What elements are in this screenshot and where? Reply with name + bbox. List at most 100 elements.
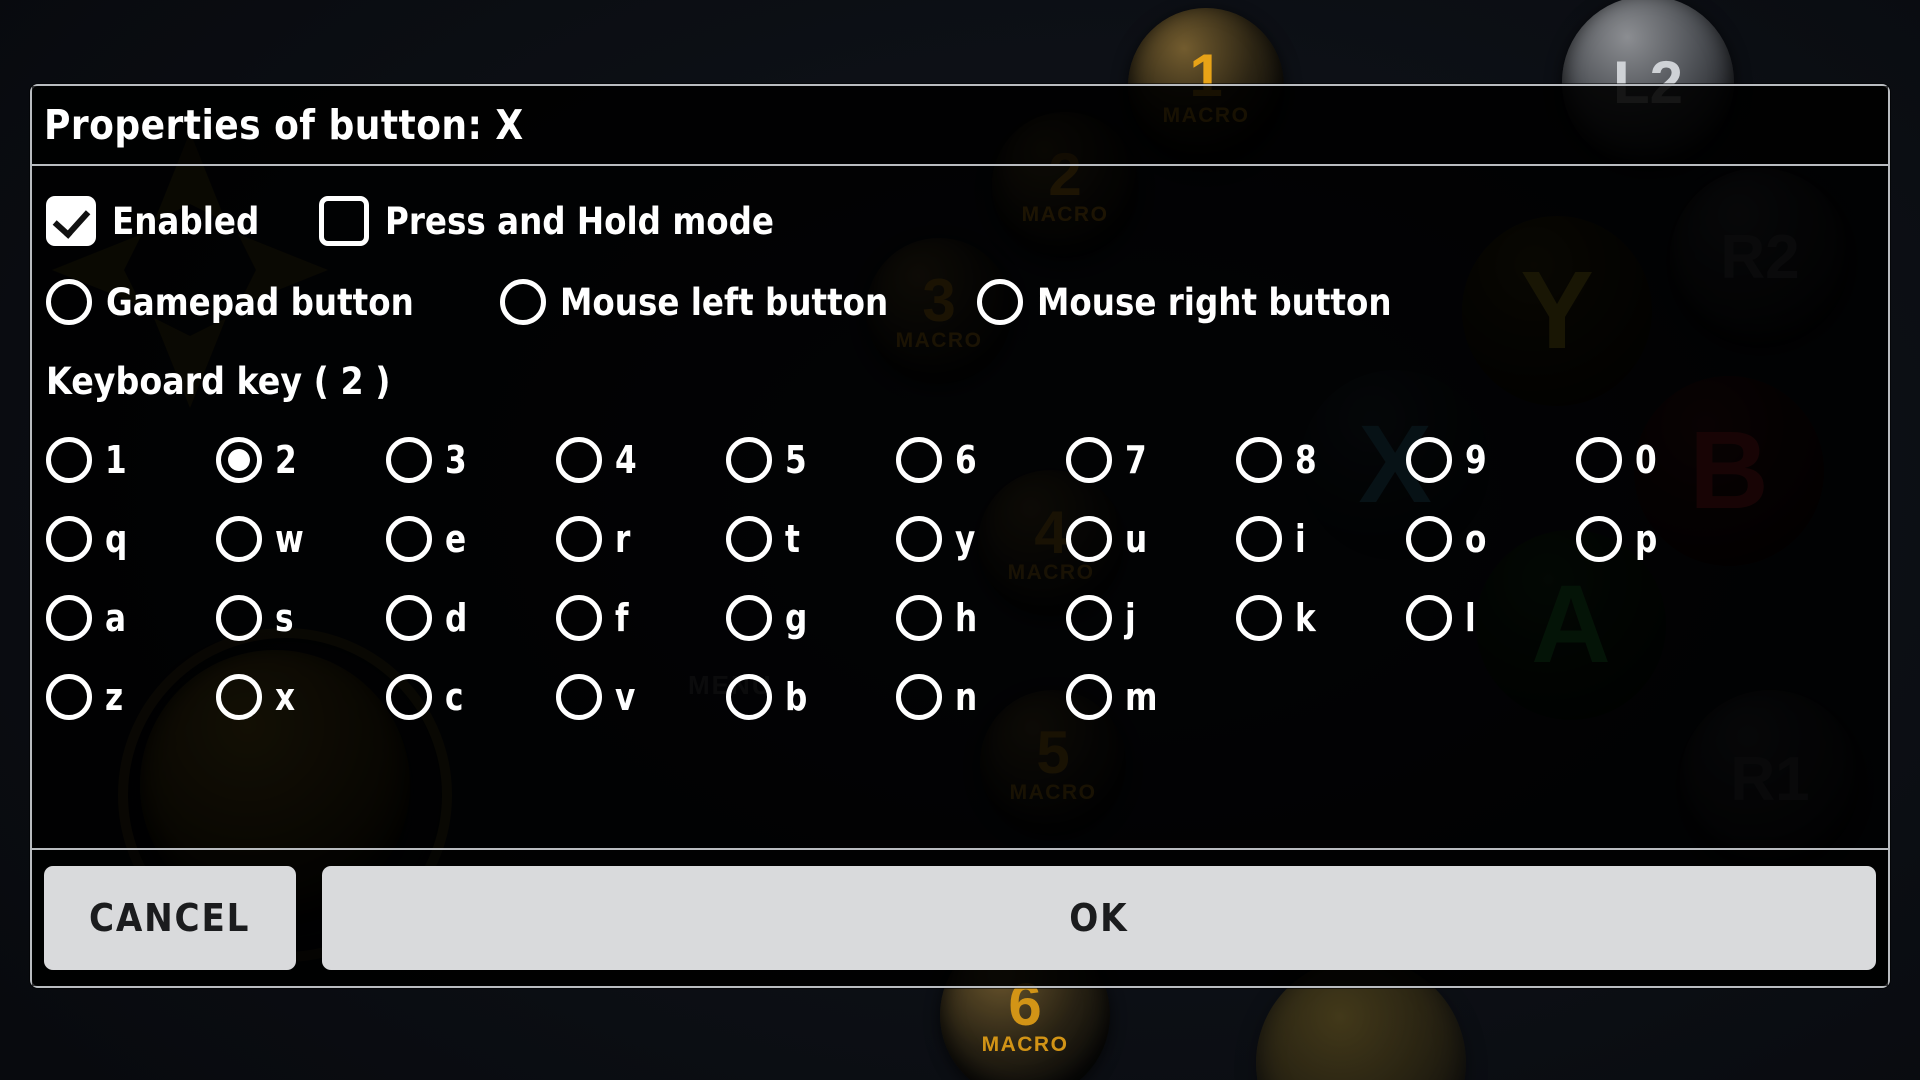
radio-key-n-dot[interactable] bbox=[896, 673, 942, 720]
radio-key-x[interactable]: x bbox=[216, 673, 386, 720]
radio-key-t[interactable]: t bbox=[726, 515, 896, 562]
radio-key-8-dot[interactable] bbox=[1236, 436, 1282, 483]
radio-key-1-dot[interactable] bbox=[46, 436, 92, 483]
radio-key-i-dot[interactable] bbox=[1236, 515, 1282, 562]
radio-key-h[interactable]: h bbox=[896, 594, 1066, 641]
radio-key-7-dot[interactable] bbox=[1066, 436, 1112, 483]
radio-key-c-dot[interactable] bbox=[386, 673, 432, 720]
radio-key-c-label: c bbox=[445, 674, 464, 719]
radio-key-r[interactable]: r bbox=[556, 515, 726, 562]
radio-key-7[interactable]: 7 bbox=[1066, 436, 1236, 483]
radio-key-d-dot[interactable] bbox=[386, 594, 432, 641]
radio-key-z-label: z bbox=[105, 674, 124, 719]
radio-key-t-dot[interactable] bbox=[726, 515, 772, 562]
radio-mouse-right-button[interactable]: Mouse right button bbox=[976, 279, 1440, 325]
radio-key-e[interactable]: e bbox=[386, 515, 556, 562]
radio-key-q[interactable]: q bbox=[46, 515, 216, 562]
radio-mouse-left-button[interactable]: Mouse left button bbox=[499, 279, 933, 325]
radio-key-o[interactable]: o bbox=[1406, 515, 1576, 562]
radio-key-5-dot[interactable] bbox=[726, 436, 772, 483]
radio-key-a[interactable]: a bbox=[46, 594, 216, 641]
radio-gamepad-button-dot[interactable] bbox=[46, 279, 92, 325]
radio-key-i[interactable]: i bbox=[1236, 515, 1406, 562]
radio-key-t-label: t bbox=[785, 516, 800, 561]
radio-key-j[interactable]: j bbox=[1066, 594, 1236, 641]
radio-key-6[interactable]: 6 bbox=[896, 436, 1066, 483]
radio-key-o-dot[interactable] bbox=[1406, 515, 1452, 562]
radio-key-k[interactable]: k bbox=[1236, 594, 1406, 641]
radio-key-d[interactable]: d bbox=[386, 594, 556, 641]
keyboard-key-row: qw e r t y u iop bbox=[46, 499, 1874, 578]
radio-key-3-dot[interactable] bbox=[386, 436, 432, 483]
radio-key-e-dot[interactable] bbox=[386, 515, 432, 562]
radio-key-b-dot[interactable] bbox=[726, 673, 772, 720]
checkbox-press-and-hold-mode-label: Press and Hold mode bbox=[385, 199, 775, 243]
radio-key-b-label: b bbox=[785, 674, 808, 719]
radio-key-9[interactable]: 9 bbox=[1406, 436, 1576, 483]
radio-key-q-dot[interactable] bbox=[46, 515, 92, 562]
radio-key-z[interactable]: z bbox=[46, 673, 216, 720]
radio-mouse-left-button-dot[interactable] bbox=[499, 279, 546, 325]
radio-key-s[interactable]: s bbox=[216, 594, 386, 641]
radio-key-f[interactable]: f bbox=[556, 594, 726, 641]
radio-key-e-label: e bbox=[445, 516, 467, 561]
radio-key-g-dot[interactable] bbox=[726, 594, 772, 641]
radio-gamepad-button[interactable]: Gamepad button bbox=[46, 279, 456, 325]
radio-key-y-dot[interactable] bbox=[896, 515, 942, 562]
radio-key-p[interactable]: p bbox=[1576, 515, 1746, 562]
radio-key-b[interactable]: b bbox=[726, 673, 896, 720]
radio-mouse-left-button-label: Mouse left button bbox=[559, 280, 888, 324]
radio-key-3[interactable]: 3 bbox=[386, 436, 556, 483]
keyboard-key-row: 1 2 3 4 5 6 7 8 9 0 bbox=[46, 420, 1874, 499]
radio-key-0[interactable]: 0 bbox=[1576, 436, 1746, 483]
radio-key-a-dot[interactable] bbox=[46, 594, 92, 641]
radio-key-8[interactable]: 8 bbox=[1236, 436, 1406, 483]
cancel-button[interactable]: CANCEL bbox=[44, 866, 296, 970]
radio-key-6-dot[interactable] bbox=[896, 436, 942, 483]
radio-key-u-dot[interactable] bbox=[1066, 515, 1112, 562]
checkbox-enabled-label: Enabled bbox=[112, 199, 260, 243]
radio-key-y[interactable]: y bbox=[896, 515, 1066, 562]
radio-key-z-dot[interactable] bbox=[46, 673, 92, 720]
checkbox-press-and-hold-mode[interactable]: Press and Hold mode bbox=[319, 196, 827, 246]
radio-key-w[interactable]: w bbox=[216, 515, 386, 562]
radio-key-4-dot[interactable] bbox=[556, 436, 602, 483]
radio-key-m-dot[interactable] bbox=[1066, 673, 1112, 720]
radio-key-l-label: l bbox=[1465, 595, 1476, 640]
radio-key-j-dot[interactable] bbox=[1066, 594, 1112, 641]
radio-key-5-label: 5 bbox=[785, 437, 807, 482]
radio-key-r-dot[interactable] bbox=[556, 515, 602, 562]
radio-key-p-dot[interactable] bbox=[1576, 515, 1622, 562]
radio-key-1[interactable]: 1 bbox=[46, 436, 216, 483]
checkbox-enabled-box[interactable] bbox=[46, 196, 96, 246]
radio-key-w-dot[interactable] bbox=[216, 515, 262, 562]
checkbox-enabled[interactable]: Enabled bbox=[46, 196, 279, 246]
radio-key-u[interactable]: u bbox=[1066, 515, 1236, 562]
radio-key-x-dot[interactable] bbox=[216, 673, 262, 720]
radio-key-0-dot[interactable] bbox=[1576, 436, 1622, 483]
radio-key-u-label: u bbox=[1125, 516, 1148, 561]
radio-key-2-dot[interactable] bbox=[216, 436, 262, 483]
radio-key-k-dot[interactable] bbox=[1236, 594, 1282, 641]
dialog-title-bar: Properties of button: X bbox=[32, 86, 1888, 166]
radio-key-9-dot[interactable] bbox=[1406, 436, 1452, 483]
radio-key-v-dot[interactable] bbox=[556, 673, 602, 720]
radio-key-2[interactable]: 2 bbox=[216, 436, 386, 483]
radio-mouse-right-button-dot[interactable] bbox=[976, 279, 1023, 325]
radio-key-l-dot[interactable] bbox=[1406, 594, 1452, 641]
radio-key-n[interactable]: n bbox=[896, 673, 1066, 720]
radio-key-f-dot[interactable] bbox=[556, 594, 602, 641]
ok-button[interactable]: OK bbox=[322, 866, 1876, 970]
bg-macro-bottom-sub: MACRO bbox=[981, 1032, 1069, 1056]
radio-key-c[interactable]: c bbox=[386, 673, 556, 720]
checkbox-press-and-hold-mode-box[interactable] bbox=[319, 196, 370, 246]
radio-key-5[interactable]: 5 bbox=[726, 436, 896, 483]
radio-key-l[interactable]: l bbox=[1406, 594, 1576, 641]
radio-key-4[interactable]: 4 bbox=[556, 436, 726, 483]
radio-key-g[interactable]: g bbox=[726, 594, 896, 641]
radio-key-s-dot[interactable] bbox=[216, 594, 262, 641]
radio-key-m[interactable]: m bbox=[1066, 673, 1236, 720]
radio-key-v[interactable]: v bbox=[556, 673, 726, 720]
screen: 1 MACRO 2 MACRO 3 MACRO 4 MACRO 5 MACRO … bbox=[0, 0, 1920, 1080]
radio-key-h-dot[interactable] bbox=[896, 594, 942, 641]
